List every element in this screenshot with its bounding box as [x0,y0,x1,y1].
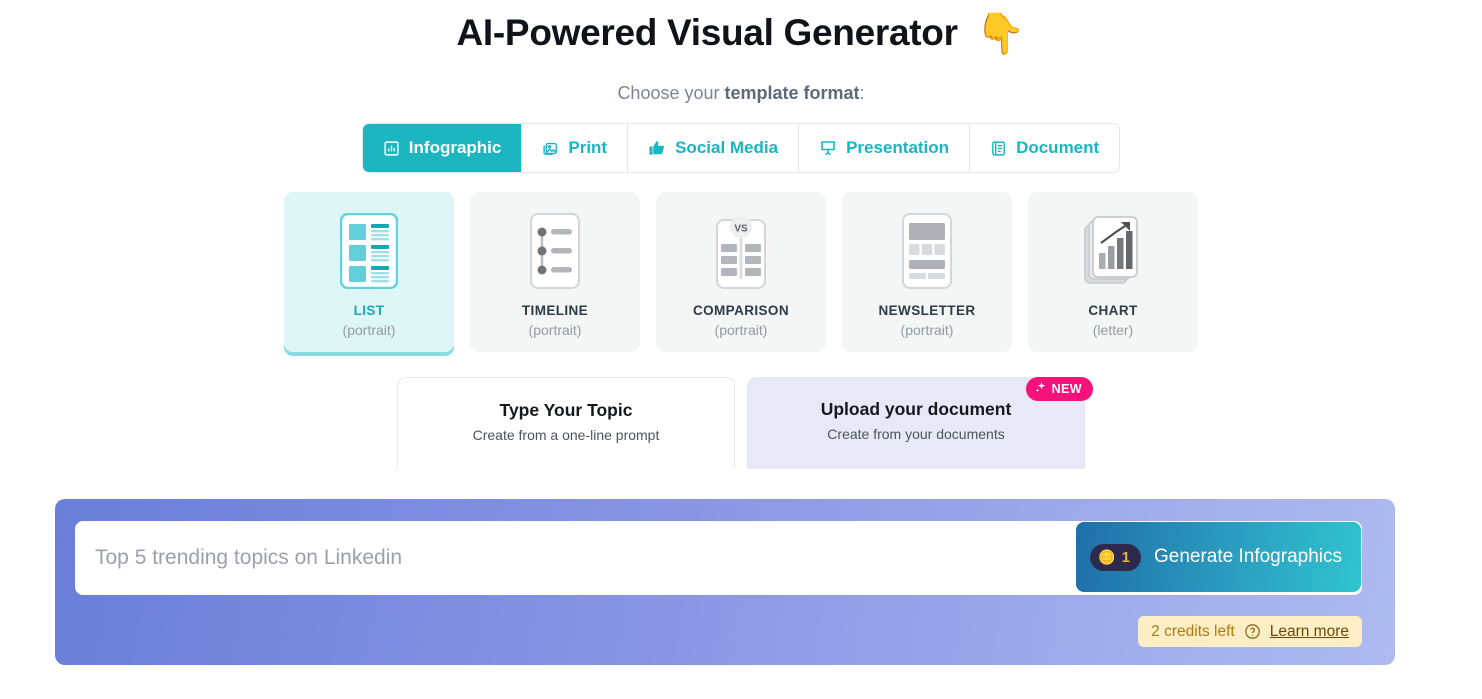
tab-label: Social Media [675,138,779,157]
template-card-chart-item[interactable]: CHART (letter) [1028,192,1198,352]
template-card-newsletter-item[interactable]: NEWSLETTER (portrait) [842,192,1012,352]
generate-button-label: Generate Infographics [1153,546,1342,567]
mode-subtitle: Create from your documents [827,426,1005,442]
subtitle: Choose your template format: [0,83,1482,104]
tab-infographic[interactable]: Infographic [362,124,523,172]
mode-card-type-topic[interactable]: Type Your Topic Create from a one-line p… [397,377,735,469]
bar-chart-icon [383,140,400,157]
learn-more-link[interactable]: Learn more [1270,623,1349,641]
thumbs-up-icon [648,139,666,157]
timeline-layout-icon [526,205,584,297]
newsletter-layout-icon [898,205,956,297]
sparkles-icon [1035,381,1047,396]
template-name: NEWSLETTER [878,303,976,318]
subtitle-suffix: : [859,83,865,103]
mode-subtitle: Create from a one-line prompt [472,427,660,443]
tab-presentation[interactable]: Presentation [799,124,971,172]
tab-label: Presentation [846,138,950,157]
tab-social-media[interactable]: Social Media [628,124,800,172]
template-card-comparison-item[interactable]: VS COMPARISON (portrait) [656,192,826,352]
input-mode-section: Type Your Topic Create from a one-line p… [0,377,1482,469]
tab-document[interactable]: Document [970,124,1120,172]
pointing-down-icon: 👇 [975,12,1026,56]
template-orientation: (portrait) [714,322,768,338]
page-title: AI-Powered Visual Generator [456,12,958,53]
document-lines-icon [990,140,1007,157]
prompt-input-box: 🪙 1 Generate Infographics [75,521,1362,595]
format-tabs: Infographic Print Social Media Presentat… [361,123,1121,173]
tab-label: Infographic [408,138,502,157]
mode-title: Type Your Topic [499,400,633,420]
new-badge: NEW [1025,377,1093,401]
page-header: AI-Powered Visual Generator 👇 [0,0,1482,62]
tab-label: Document [1016,138,1100,157]
template-orientation: (portrait) [900,322,954,338]
template-orientation: (letter) [1092,322,1134,338]
tab-label: Print [568,138,608,157]
tab-print[interactable]: Print [522,124,629,172]
credits-indicator: 2 credits left Learn more [1138,616,1362,647]
template-card-list-item[interactable]: LIST (portrait) [284,192,454,352]
subtitle-emphasis: template format [724,83,860,103]
prompt-panel: 🪙 1 Generate Infographics 2 credits left… [55,499,1395,665]
format-tabbar: Infographic Print Social Media Presentat… [0,123,1482,173]
credit-cost-value: 1 [1121,548,1130,566]
template-orientation: (portrait) [342,322,396,338]
svg-text:VS: VS [734,224,748,235]
photos-icon [542,140,559,157]
list-layout-icon [340,205,398,297]
new-badge-label: NEW [1051,381,1082,396]
comparison-layout-icon: VS [712,205,770,297]
chart-layout-icon [1082,205,1144,297]
subtitle-prefix: Choose your [617,83,725,103]
mode-title: Upload your document [820,399,1012,419]
template-name: LIST [353,303,385,318]
template-name: TIMELINE [521,303,589,318]
coin-icon: 🪙 [1098,549,1116,565]
credits-left-text: 2 credits left [1151,622,1235,640]
template-name: CHART [1088,303,1138,318]
credit-cost-badge: 🪙 1 [1090,543,1141,571]
question-circle-icon[interactable] [1244,623,1261,640]
prompt-panel-inner: 🪙 1 Generate Infographics 2 credits left… [55,499,1395,665]
template-card-timeline-item[interactable]: TIMELINE (portrait) [470,192,640,352]
input-mode-cards: Type Your Topic Create from a one-line p… [397,377,1093,469]
template-name: COMPARISON [692,303,789,318]
projector-screen-icon [819,139,837,157]
template-card-list: LIST (portrait) TIMELINE (portrait) VS C… [0,192,1482,352]
template-orientation: (portrait) [528,322,582,338]
generate-infographics-button[interactable]: 🪙 1 Generate Infographics [1076,522,1361,592]
